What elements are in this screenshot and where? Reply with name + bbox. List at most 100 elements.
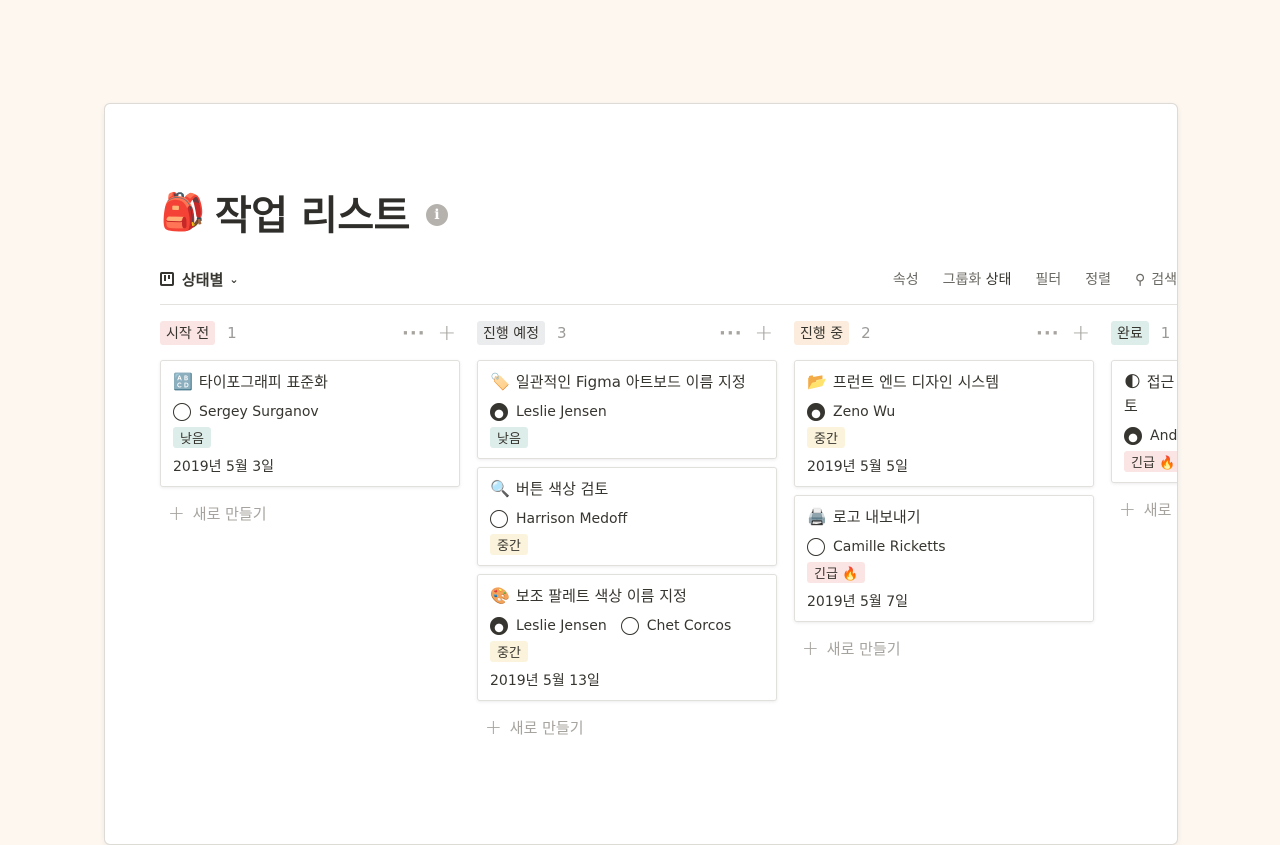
half-moon-icon: 🌓 bbox=[1124, 372, 1141, 391]
avatar bbox=[490, 617, 508, 635]
palette-icon: 🎨 bbox=[490, 586, 510, 605]
board-card[interactable]: 🌓 접근 토 Andi 긴급 🔥 bbox=[1111, 360, 1178, 483]
card-title: 📂 프런트 엔드 디자인 시스템 bbox=[807, 371, 1081, 393]
more-icon[interactable]: ··· bbox=[719, 323, 743, 344]
board-card[interactable]: 🖨️ 로고 내보내기 Camille Ricketts 긴급 🔥 2019년 5… bbox=[794, 495, 1094, 622]
card-people: Andi bbox=[1124, 427, 1178, 445]
sort-button[interactable]: 정렬 bbox=[1085, 269, 1111, 289]
new-card-label: 새로 bbox=[1143, 500, 1172, 519]
person-name: Leslie Jensen bbox=[516, 404, 607, 420]
card-people: Leslie Jensen bbox=[490, 403, 764, 421]
board-column-not-started: 시작 전 1 ··· + 🔠 타이포그래피 표준화 Sergey Surgano… bbox=[160, 316, 460, 525]
abcd-icon: 🔠 bbox=[173, 372, 193, 391]
search-label: 검색 bbox=[1151, 272, 1177, 288]
card-date: 2019년 5월 5일 bbox=[807, 459, 908, 475]
person-name: Zeno Wu bbox=[833, 404, 896, 420]
card-title-continued: 토 bbox=[1124, 395, 1177, 417]
search-icon: ⚲ bbox=[1134, 272, 1146, 288]
toolbar-divider bbox=[160, 304, 1177, 305]
plus-icon: + bbox=[168, 501, 185, 525]
person: Sergey Surganov bbox=[173, 403, 319, 421]
chevron-down-icon: ⌄ bbox=[229, 272, 239, 286]
info-icon[interactable]: i bbox=[425, 204, 448, 226]
add-card-icon[interactable]: + bbox=[1072, 321, 1090, 346]
card-title-text: 보조 팔레트 색상 이름 지정 bbox=[515, 587, 687, 605]
card-title-text: 버튼 색상 검토 bbox=[515, 480, 609, 498]
view-switcher[interactable]: 상태별 ⌄ bbox=[160, 269, 239, 290]
backpack-icon[interactable]: 🎒 bbox=[161, 190, 206, 234]
card-title-text: 일관적인 Figma 아트보드 이름 지정 bbox=[515, 373, 746, 391]
avatar bbox=[1124, 427, 1142, 445]
avatar bbox=[620, 617, 639, 635]
magnifier-icon: 🔍 bbox=[490, 479, 510, 498]
card-people: Zeno Wu bbox=[807, 403, 1081, 421]
column-count: 1 bbox=[227, 324, 237, 342]
board-card[interactable]: 🔠 타이포그래피 표준화 Sergey Surganov 낮음 2019년 5월… bbox=[160, 360, 460, 487]
avatar bbox=[490, 403, 508, 421]
person-name: Chet Corcos bbox=[646, 618, 732, 634]
column-actions: ··· + bbox=[1036, 321, 1090, 346]
board-column-in-progress: 진행 중 2 ··· + 📂 프런트 엔드 디자인 시스템 Zeno Wu 중간… bbox=[794, 316, 1094, 660]
new-card-button[interactable]: + 새로 만들기 bbox=[794, 636, 1094, 660]
more-icon[interactable]: ··· bbox=[402, 323, 426, 344]
board-card[interactable]: 🏷️ 일관적인 Figma 아트보드 이름 지정 Leslie Jensen 낮… bbox=[477, 360, 777, 459]
avatar bbox=[807, 538, 825, 556]
priority-badge: 중간 bbox=[490, 641, 528, 662]
status-tag[interactable]: 시작 전 bbox=[160, 321, 216, 345]
column-count: 2 bbox=[861, 324, 871, 342]
card-people: Leslie Jensen Chet Corcos bbox=[490, 617, 764, 635]
person-name: Andi bbox=[1150, 428, 1178, 444]
avatar bbox=[490, 510, 508, 528]
person: Leslie Jensen bbox=[490, 403, 607, 421]
status-tag[interactable]: 진행 중 bbox=[794, 321, 850, 345]
person: Zeno Wu bbox=[807, 403, 895, 421]
column-header: 진행 중 2 ··· + bbox=[794, 316, 1094, 350]
search-button[interactable]: ⚲ 검색 bbox=[1135, 269, 1177, 289]
more-icon[interactable]: ··· bbox=[1036, 323, 1060, 344]
priority-badge: 긴급 🔥 bbox=[1124, 451, 1177, 472]
card-date: 2019년 5월 7일 bbox=[807, 594, 908, 610]
person-name: Harrison Medoff bbox=[516, 511, 628, 527]
label-icon: 🏷️ bbox=[490, 372, 510, 391]
person: Chet Corcos bbox=[620, 617, 732, 635]
properties-button[interactable]: 속성 bbox=[893, 269, 919, 289]
card-title: 🎨 보조 팔레트 색상 이름 지정 bbox=[490, 585, 764, 607]
card-title-text: 타이포그래피 표준화 bbox=[198, 373, 328, 391]
card-people: Camille Ricketts bbox=[807, 538, 1081, 556]
board-card[interactable]: 📂 프런트 엔드 디자인 시스템 Zeno Wu 중간 2019년 5월 5일 bbox=[794, 360, 1094, 487]
group-by-button[interactable]: 그룹화 상태 bbox=[943, 269, 1012, 289]
plus-icon: + bbox=[802, 636, 819, 660]
status-tag[interactable]: 완료 bbox=[1111, 321, 1149, 345]
board-column-done: 완료 1 🌓 접근 토 Andi 긴급 🔥 + 새로 bbox=[1111, 316, 1178, 521]
new-card-button[interactable]: + 새로 만들기 bbox=[477, 715, 777, 739]
column-header: 진행 예정 3 ··· + bbox=[477, 316, 777, 350]
card-title: 🖨️ 로고 내보내기 bbox=[807, 506, 1081, 528]
card-date: 2019년 5월 13일 bbox=[490, 673, 600, 689]
page-header: 🎒 작업 리스트 i bbox=[161, 184, 448, 240]
card-date: 2019년 5월 3일 bbox=[173, 459, 274, 475]
card-title: 🏷️ 일관적인 Figma 아트보드 이름 지정 bbox=[490, 371, 764, 393]
board-card[interactable]: 🔍 버튼 색상 검토 Harrison Medoff 중간 bbox=[477, 467, 777, 566]
person: Camille Ricketts bbox=[807, 538, 946, 556]
database-toolbar: 상태별 ⌄ 속성 그룹화 상태 필터 정렬 ⚲ 검색 bbox=[160, 264, 1177, 294]
status-tag[interactable]: 진행 예정 bbox=[477, 321, 545, 345]
new-card-label: 새로 만들기 bbox=[826, 639, 901, 658]
group-value: 상태 bbox=[985, 272, 1012, 288]
add-card-icon[interactable]: + bbox=[755, 321, 773, 346]
person-name: Leslie Jensen bbox=[516, 618, 607, 634]
avatar bbox=[173, 403, 191, 421]
folder-icon: 📂 bbox=[807, 372, 827, 391]
card-title-text: 로고 내보내기 bbox=[832, 508, 921, 526]
card-title: 🔠 타이포그래피 표준화 bbox=[173, 371, 447, 393]
priority-badge: 중간 bbox=[490, 534, 528, 555]
filter-button[interactable]: 필터 bbox=[1035, 269, 1061, 289]
view-label: 상태별 bbox=[182, 270, 224, 289]
add-card-icon[interactable]: + bbox=[438, 321, 456, 346]
priority-badge: 긴급 🔥 bbox=[807, 562, 866, 583]
page-title[interactable]: 작업 리스트 bbox=[215, 183, 410, 241]
new-card-button[interactable]: + 새로 만들기 bbox=[160, 501, 460, 525]
card-title-text-2: 토 bbox=[1124, 397, 1138, 415]
new-card-button[interactable]: + 새로 bbox=[1111, 497, 1177, 521]
board-card[interactable]: 🎨 보조 팔레트 색상 이름 지정 Leslie Jensen Chet Cor… bbox=[477, 574, 777, 701]
printer-icon: 🖨️ bbox=[807, 507, 827, 526]
